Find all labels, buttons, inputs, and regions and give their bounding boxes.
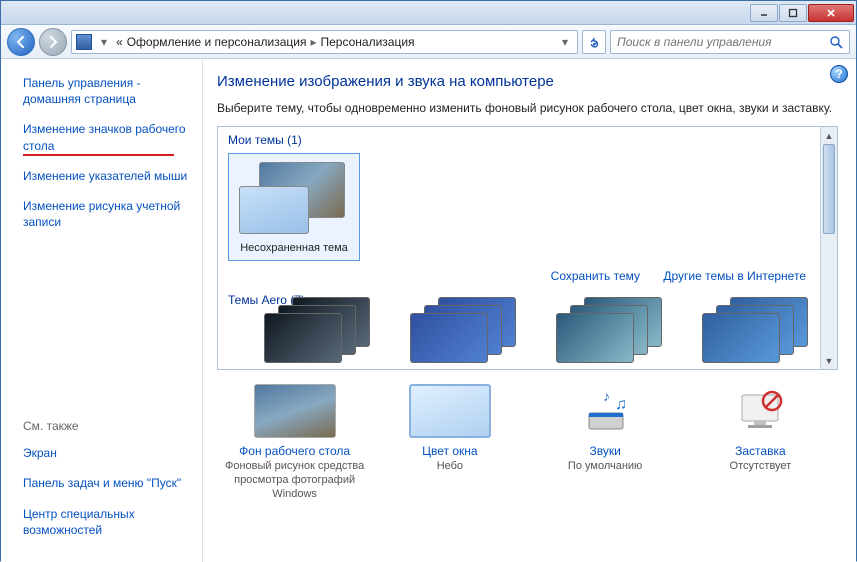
theme-item-selected[interactable]: Несохраненная тема xyxy=(228,153,360,261)
sounds-icon: ♪♫ xyxy=(564,384,646,438)
sidebar-mouse-pointers-link[interactable]: Изменение указателей мыши xyxy=(23,168,192,184)
screensaver-setting[interactable]: Заставка Отсутствует xyxy=(690,384,830,501)
back-button[interactable] xyxy=(7,28,35,56)
close-button[interactable] xyxy=(808,4,854,22)
page-description: Выберите тему, чтобы одновременно измени… xyxy=(217,100,838,116)
themes-content: Мои темы (1) Несохраненная тема Сохранит… xyxy=(218,127,820,369)
sidebar: Панель управления - домашняя страница Из… xyxy=(1,59,202,562)
theme-actions: Сохранить тему Другие темы в Интернете xyxy=(228,263,810,293)
personalization-window: ▾ « Оформление и персонализация ▸ Персон… xyxy=(0,0,857,561)
svg-text:♫: ♫ xyxy=(615,396,627,413)
search-input[interactable] xyxy=(617,35,829,49)
screensaver-icon xyxy=(719,384,801,438)
sidebar-account-picture-link[interactable]: Изменение рисунка учетной записи xyxy=(23,198,192,230)
aero-theme-item[interactable] xyxy=(264,313,372,347)
window-color-title: Цвет окна xyxy=(380,444,520,458)
more-themes-online-link[interactable]: Другие темы в Интернете xyxy=(663,269,806,283)
see-also-label: См. также xyxy=(23,419,192,433)
control-panel-icon xyxy=(76,34,92,50)
breadcrumb-history-dropdown[interactable]: ▾ xyxy=(557,35,573,49)
minimize-button[interactable] xyxy=(750,4,778,22)
bottom-settings-row: Фон рабочего стола Фоновый рисунок средс… xyxy=(217,370,838,501)
window-color-value: Небо xyxy=(380,460,520,474)
breadcrumb-root-dropdown[interactable]: ▾ xyxy=(96,35,112,49)
sounds-value: По умолчанию xyxy=(535,460,675,474)
breadcrumb-sep-icon: ▸ xyxy=(310,35,316,49)
desktop-background-icon xyxy=(254,384,336,438)
titlebar xyxy=(1,1,856,25)
sounds-setting[interactable]: ♪♫ Звуки По умолчанию xyxy=(535,384,675,501)
aero-theme-item[interactable] xyxy=(702,313,810,347)
page-title: Изменение изображения и звука на компьют… xyxy=(217,73,838,90)
save-theme-link[interactable]: Сохранить тему xyxy=(551,269,640,283)
breadcrumb-prefix: « xyxy=(116,35,123,49)
refresh-button[interactable] xyxy=(582,30,606,54)
screensaver-value: Отсутствует xyxy=(690,460,830,474)
help-button[interactable]: ? xyxy=(830,65,848,83)
breadcrumb-seg-personalization[interactable]: Персонализация xyxy=(320,35,414,49)
sidebar-ease-of-access-link[interactable]: Центр специальных возможностей xyxy=(23,506,192,538)
sidebar-home-link[interactable]: Панель управления - домашняя страница xyxy=(23,75,192,107)
sidebar-display-link[interactable]: Экран xyxy=(23,445,192,461)
breadcrumb-seg-appearance[interactable]: Оформление и персонализация xyxy=(127,35,307,49)
search-box[interactable] xyxy=(610,30,850,54)
desktop-background-setting[interactable]: Фон рабочего стола Фоновый рисунок средс… xyxy=(225,384,365,501)
body: Панель управления - домашняя страница Из… xyxy=(1,59,856,562)
scroll-up-icon[interactable]: ▲ xyxy=(821,127,837,144)
sounds-title: Звуки xyxy=(535,444,675,458)
main-panel: ? Изменение изображения и звука на компь… xyxy=(202,59,856,562)
search-icon xyxy=(829,35,843,49)
navbar: ▾ « Оформление и персонализация ▸ Персон… xyxy=(1,25,856,59)
theme-thumbnail xyxy=(239,162,349,234)
maximize-button[interactable] xyxy=(779,4,807,22)
scroll-down-icon[interactable]: ▼ xyxy=(821,352,837,369)
theme-name: Несохраненная тема xyxy=(235,242,353,254)
themes-scrollpane: Мои темы (1) Несохраненная тема Сохранит… xyxy=(217,126,838,370)
screensaver-title: Заставка xyxy=(690,444,830,458)
aero-theme-item[interactable] xyxy=(556,313,664,347)
sidebar-desktop-icons-link[interactable]: Изменение значков рабочего стола xyxy=(23,121,192,153)
scroll-thumb[interactable] xyxy=(823,144,835,234)
window-color-setting[interactable]: Цвет окна Небо xyxy=(380,384,520,501)
desktop-background-title: Фон рабочего стола xyxy=(225,444,365,458)
desktop-background-value: Фоновый рисунок средства просмотра фотог… xyxy=(225,460,365,501)
scrollbar[interactable]: ▲ ▼ xyxy=(820,127,837,369)
aero-theme-item[interactable] xyxy=(410,313,518,347)
my-themes-label: Мои темы (1) xyxy=(228,133,810,147)
svg-text:♪: ♪ xyxy=(603,388,610,404)
window-color-icon xyxy=(409,384,491,438)
forward-button[interactable] xyxy=(39,28,67,56)
sidebar-taskbar-link[interactable]: Панель задач и меню "Пуск" xyxy=(23,475,192,491)
aero-themes-row xyxy=(228,313,810,347)
breadcrumb[interactable]: ▾ « Оформление и персонализация ▸ Персон… xyxy=(71,30,578,54)
